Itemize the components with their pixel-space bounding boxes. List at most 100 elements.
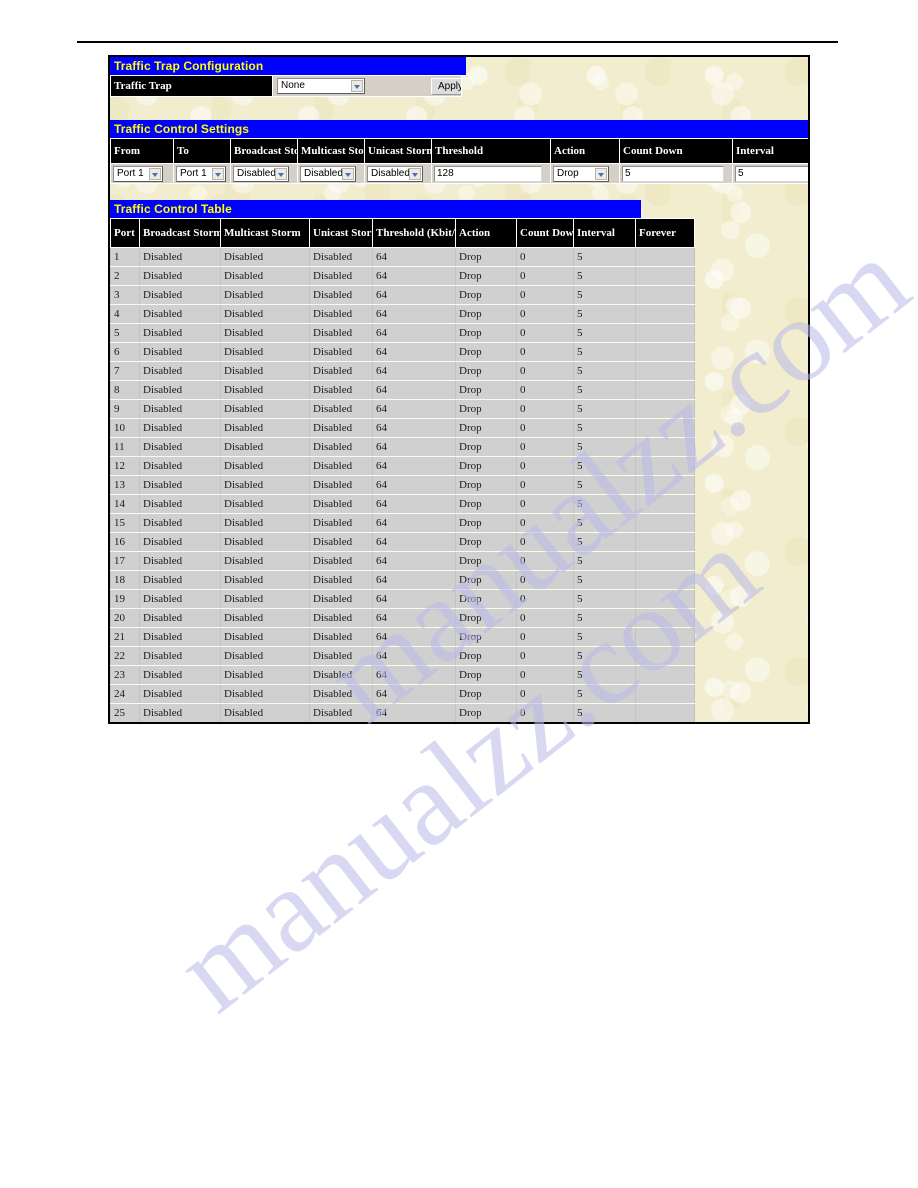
traffic-trap-select[interactable]: None	[277, 78, 365, 94]
header-unicast-storm: Unicast Storm	[364, 138, 432, 164]
cell-broadcast-storm: Disabled	[139, 494, 221, 514]
cell-interval: 5	[573, 627, 636, 647]
cell-port: 5	[110, 323, 140, 343]
cell-count-down: 0	[516, 475, 574, 495]
cell-forever	[635, 589, 695, 609]
cell-threshold: 64	[372, 646, 456, 666]
cell-threshold: 64	[372, 437, 456, 457]
cell-action: Drop	[455, 418, 517, 438]
cell-forever	[635, 532, 695, 552]
cell-threshold: 64	[372, 703, 456, 722]
table-row: 1 Disabled Disabled Disabled 64 Drop 0 5	[110, 247, 695, 267]
cell-forever	[635, 247, 695, 267]
table-row: 4 Disabled Disabled Disabled 64 Drop 0 5	[110, 304, 695, 324]
cell-interval: 5	[573, 532, 636, 552]
chevron-down-icon	[275, 167, 287, 180]
cell-interval: 5	[573, 665, 636, 685]
cell-interval: 5	[573, 437, 636, 457]
table-row: 22 Disabled Disabled Disabled 64 Drop 0 5	[110, 646, 695, 666]
cell-count-down: 0	[516, 399, 574, 419]
cell-broadcast-storm: Disabled	[139, 285, 221, 305]
cell-count-down: 0	[516, 456, 574, 476]
cell-multicast-storm: Disabled	[220, 418, 310, 438]
cell-interval: 5	[573, 475, 636, 495]
cell-threshold: 64	[372, 475, 456, 495]
cell-multicast-storm: Disabled	[220, 456, 310, 476]
cell-multicast-storm: Disabled	[220, 570, 310, 590]
cell-interval: 5	[573, 266, 636, 286]
cell-broadcast-storm: Disabled	[139, 342, 221, 362]
cell-threshold: 64	[372, 399, 456, 419]
table-row: 24 Disabled Disabled Disabled 64 Drop 0 5	[110, 684, 695, 704]
cell-interval: 5	[573, 380, 636, 400]
cell-forever	[635, 361, 695, 381]
cell-forever	[635, 494, 695, 514]
broadcast-storm-value: Disabled	[237, 167, 276, 179]
cell-broadcast-storm: Disabled	[139, 380, 221, 400]
multicast-storm-select[interactable]: Disabled	[300, 165, 356, 182]
cell-unicast-storm: Disabled	[309, 456, 373, 476]
cell-multicast-storm: Disabled	[220, 513, 310, 533]
cell-threshold: 64	[372, 342, 456, 362]
cell-multicast-storm: Disabled	[220, 589, 310, 609]
cell-action: Drop	[455, 589, 517, 609]
cell-broadcast-storm: Disabled	[139, 475, 221, 495]
settings-header-row: From To Broadcast Storm Multicast Storm …	[110, 138, 808, 164]
action-select[interactable]: Drop	[553, 165, 609, 182]
cell-count-down: 0	[516, 342, 574, 362]
cell-port: 4	[110, 304, 140, 324]
cell-broadcast-storm: Disabled	[139, 627, 221, 647]
cell-forever	[635, 285, 695, 305]
traffic-trap-apply-button[interactable]: Apply	[430, 77, 461, 95]
unicast-storm-select[interactable]: Disabled	[367, 165, 423, 182]
interval-input[interactable]: 5	[735, 165, 808, 182]
cell-threshold: 64	[372, 418, 456, 438]
cell-port: 22	[110, 646, 140, 666]
cell-threshold: 64	[372, 513, 456, 533]
cell-threshold: 64	[372, 494, 456, 514]
cell-action: Drop	[455, 513, 517, 533]
cell-unicast-storm: Disabled	[309, 285, 373, 305]
cell-unicast-storm: Disabled	[309, 589, 373, 609]
cell-multicast-storm: Disabled	[220, 684, 310, 704]
cell-interval: 5	[573, 513, 636, 533]
table-row: 17 Disabled Disabled Disabled 64 Drop 0 5	[110, 551, 695, 571]
cell-count-down: 0	[517, 723, 574, 725]
cell-interval: 5	[732, 163, 808, 184]
cell-threshold: 64	[372, 456, 456, 476]
table-row: 19 Disabled Disabled Disabled 64 Drop 0 5	[110, 589, 695, 609]
cell-broadcast-storm: Disabled	[139, 684, 221, 704]
cell-action: Drop	[455, 570, 517, 590]
cell-interval: 5	[573, 589, 636, 609]
header-to: To	[173, 138, 231, 164]
count-down-input[interactable]: 5	[622, 165, 724, 182]
table-row: 23 Disabled Disabled Disabled 64 Drop 0 5	[110, 665, 695, 685]
table-row: 20 Disabled Disabled Disabled 64 Drop 0 5	[110, 608, 695, 628]
section-title-traffic-trap-configuration: Traffic Trap Configuration	[110, 57, 466, 75]
header-action: Action	[455, 218, 517, 248]
cell-interval: 5	[573, 608, 636, 628]
cell-multicast-storm: Disabled	[220, 646, 310, 666]
cell-action: Drop	[455, 494, 517, 514]
cell-unicast-storm: Disabled	[309, 437, 373, 457]
header-broadcast-storm: Broadcast Storm	[139, 218, 221, 248]
to-port-value: Port 1	[180, 167, 207, 179]
cell-unicast-storm: Disabled	[309, 646, 373, 666]
cell-forever	[635, 399, 695, 419]
cell-action: Drop	[455, 304, 517, 324]
cell-count-down: 0	[516, 589, 574, 609]
cell-unicast-storm: Disabled	[309, 703, 373, 722]
cell-forever	[635, 608, 695, 628]
threshold-input[interactable]: 128	[434, 165, 542, 182]
cell-multicast-storm: Disabled	[220, 380, 310, 400]
to-port-select[interactable]: Port 1	[176, 165, 226, 182]
cell-multicast-storm: Disabled	[220, 437, 310, 457]
cell-forever	[635, 323, 695, 343]
settings-input-row: Port 1 Port 1 Disabled Disabled Disabled…	[110, 163, 808, 184]
broadcast-storm-select[interactable]: Disabled	[233, 165, 289, 182]
cell-count-down: 0	[516, 627, 574, 647]
cell-interval: 5	[573, 304, 636, 324]
cell-threshold: 64	[372, 380, 456, 400]
switch-web-ui-panel: Traffic Trap Configuration Traffic Trap …	[108, 55, 810, 724]
from-port-select[interactable]: Port 1	[113, 165, 163, 182]
